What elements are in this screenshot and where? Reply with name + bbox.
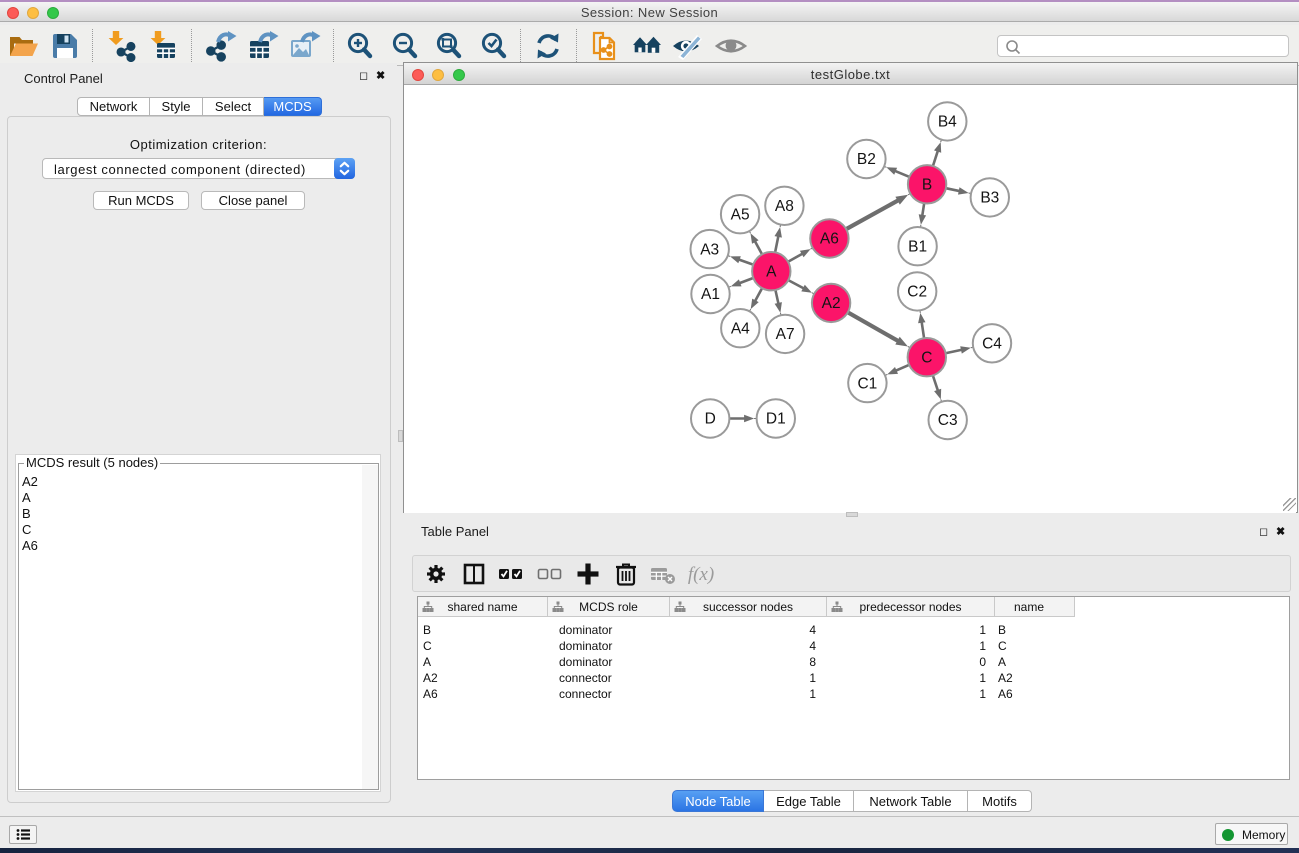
svg-text:f(x): f(x) [688,564,714,585]
svg-text:A4: A4 [731,320,750,337]
svg-text:B3: B3 [980,190,999,207]
svg-text:C2: C2 [907,284,927,301]
svg-text:A3: A3 [700,241,719,258]
svg-text:A8: A8 [775,198,794,215]
svg-text:B1: B1 [908,238,927,255]
svg-text:A2: A2 [822,295,841,312]
svg-text:C1: C1 [857,375,877,392]
svg-text:D: D [705,411,716,428]
svg-text:B2: B2 [857,151,876,168]
svg-text:D1: D1 [766,411,786,428]
svg-text:C4: C4 [982,336,1002,353]
svg-text:A1: A1 [701,286,720,303]
svg-text:A7: A7 [776,326,795,343]
svg-text:A6: A6 [820,231,839,248]
svg-text:A: A [766,263,777,280]
svg-text:A5: A5 [731,206,750,223]
svg-text:C3: C3 [938,412,958,429]
svg-text:B4: B4 [938,114,957,131]
svg-text:C: C [921,349,932,366]
svg-text:B: B [922,177,932,194]
